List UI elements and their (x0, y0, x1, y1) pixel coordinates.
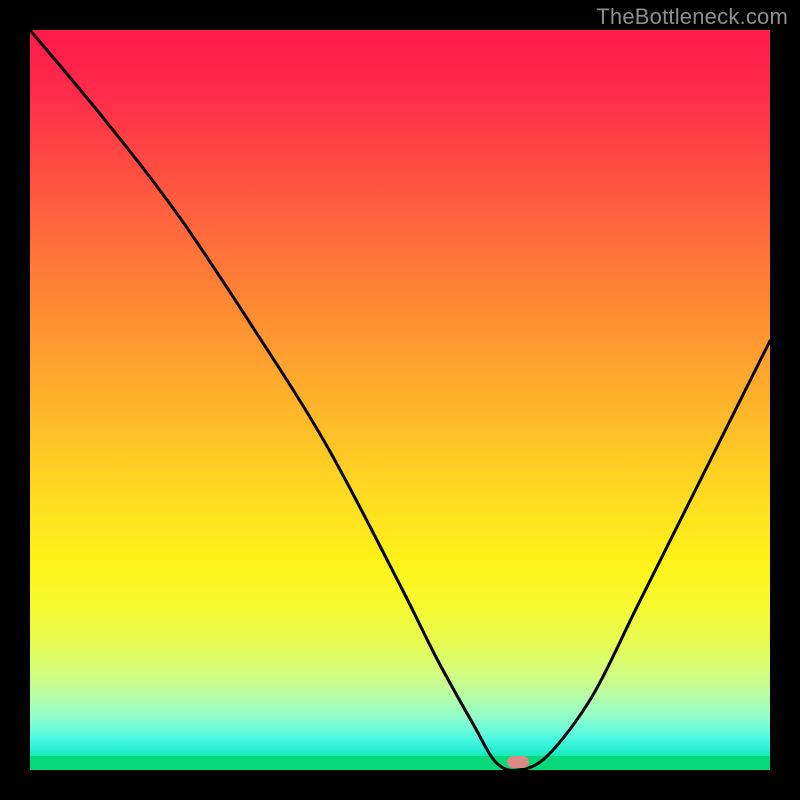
watermark-text: TheBottleneck.com (596, 4, 788, 30)
optimal-point-marker (507, 756, 529, 768)
chart-frame: TheBottleneck.com (0, 0, 800, 800)
bottleneck-curve (30, 30, 770, 770)
plot-area (30, 30, 770, 770)
